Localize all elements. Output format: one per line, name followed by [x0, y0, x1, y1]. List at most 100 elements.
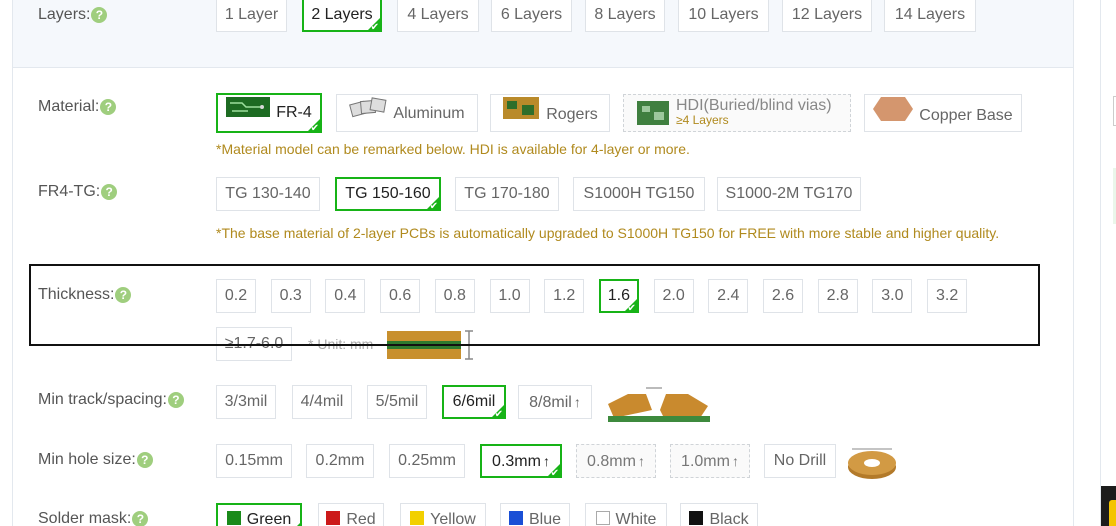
hole-option[interactable]: 1.0mm ↑ [670, 444, 750, 478]
thickness-option[interactable]: 0.3 [270, 279, 311, 313]
tg-option[interactable]: TG 170-180 [455, 177, 559, 211]
tg-option[interactable]: S1000H TG150 [573, 177, 705, 211]
option-label: 6/6mil [452, 393, 496, 410]
thickness-option[interactable]: 3.0 [872, 279, 913, 313]
material-label: Material:? [38, 98, 117, 116]
layers-label-text: Layers: [38, 6, 91, 23]
mask-option[interactable]: Yellow [400, 503, 486, 526]
arrow-up-icon: ↑ [637, 453, 645, 469]
layer-option[interactable]: 12 Layers [782, 0, 872, 32]
option-label: White [615, 511, 657, 526]
material-option-copper[interactable]: Copper Base [864, 94, 1022, 132]
hole-label: Min hole size:? [38, 451, 153, 469]
track-option[interactable]: 8/8mil ↑ [518, 385, 592, 419]
fr4tg-note: *The base material of 2-layer PCBs is au… [216, 225, 1000, 241]
hole-option[interactable]: 0.25mm [389, 444, 465, 478]
help-icon[interactable]: ? [132, 510, 149, 526]
hole-option[interactable]: 0.15mm [216, 444, 292, 478]
pcb-order-form: Layers:? Material:? FR-4 ✔ Aluminum Roge… [0, 0, 1116, 526]
mask-option[interactable]: Black [680, 503, 758, 526]
option-label: Red [346, 511, 376, 526]
option-label: Yellow [430, 511, 476, 526]
thickness-option[interactable]: 2.8 [817, 279, 858, 313]
right-panel-yellow-tab[interactable] [1109, 500, 1116, 526]
track-option[interactable]: 4/4mil [292, 385, 352, 419]
copper-base-icon [873, 95, 914, 137]
option-label: 10 Layers [688, 6, 759, 23]
arrow-up-icon: ↑ [731, 453, 739, 469]
option-label: TG 150-160 [345, 185, 431, 202]
thickness-option[interactable]: 0.2 [216, 279, 256, 313]
material-option-hdi[interactable]: HDI(Buried/blind vias) ≥4 Layers [623, 94, 851, 132]
option-label: S1000-2M TG170 [725, 185, 853, 202]
thickness-option[interactable]: 1.2 [544, 279, 585, 313]
check-icon: ✔ [494, 409, 503, 420]
thickness-option[interactable]: 2.0 [653, 279, 694, 313]
tg-option[interactable]: TG 150-160 ✔ [335, 177, 441, 212]
hole-option[interactable]: 0.8mm ↑ [576, 444, 656, 478]
hole-option[interactable]: 0.2mm [306, 444, 374, 478]
option-label: 0.6 [388, 287, 412, 304]
rogers-board-icon [502, 95, 540, 135]
color-swatch-icon [595, 511, 610, 526]
option-label: 0.4 [334, 287, 357, 304]
option-label: 1.0mm [681, 453, 730, 470]
layer-option[interactable]: 14 Layers [884, 0, 976, 32]
option-label: Green [246, 511, 292, 526]
layer-option[interactable]: 4 Layers [397, 0, 479, 32]
thickness-option[interactable]: 1.0 [489, 279, 530, 313]
drill-hole-icon [846, 443, 898, 488]
layers-label: Layers:? [38, 6, 108, 24]
tg-option[interactable]: TG 130-140 [216, 177, 320, 211]
track-option[interactable]: 5/5mil [367, 385, 427, 419]
arrow-up-icon: ↑ [542, 453, 550, 469]
fr4-board-icon [226, 95, 271, 131]
option-label: 1.6 [607, 287, 631, 304]
option-label: 4 Layers [407, 6, 469, 23]
layer-option[interactable]: 1 Layer [216, 0, 287, 32]
help-icon[interactable]: ? [91, 6, 108, 23]
material-option-aluminum[interactable]: Aluminum [336, 94, 478, 132]
material-option-fr4[interactable]: FR-4 ✔ [216, 93, 322, 134]
track-option[interactable]: 6/6mil ✔ [442, 385, 506, 420]
option-label: 2.6 [771, 287, 795, 304]
help-icon[interactable]: ? [167, 391, 184, 408]
layer-option[interactable]: 6 Layers [491, 0, 572, 32]
help-icon[interactable]: ? [101, 183, 118, 200]
thickness-option[interactable]: 0.6 [380, 279, 421, 313]
material-option-rogers[interactable]: Rogers [490, 94, 610, 132]
layer-option[interactable]: 8 Layers [585, 0, 665, 32]
option-label: 0.15mm [225, 452, 283, 469]
option-label: 0.3mm [492, 453, 541, 470]
help-icon[interactable]: ? [136, 451, 153, 468]
thickness-option[interactable]: 0.4 [325, 279, 366, 313]
mask-option[interactable]: White [585, 503, 667, 526]
tg-option[interactable]: S1000-2M TG170 [717, 177, 861, 211]
layer-option[interactable]: 2 Layers ✔ [302, 0, 382, 33]
arrow-up-icon: ↑ [573, 394, 581, 410]
option-label: 0.25mm [398, 452, 456, 469]
layer-option[interactable]: 10 Layers [678, 0, 769, 32]
track-label: Min track/spacing:? [38, 391, 184, 409]
thickness-option[interactable]: 3.2 [927, 279, 968, 313]
option-label: 0.3 [279, 287, 302, 304]
hole-option[interactable]: 0.3mm ↑ ✔ [480, 444, 562, 479]
thickness-option[interactable]: 2.6 [763, 279, 803, 313]
hdi-board-icon [636, 100, 670, 130]
option-label: 12 Layers [791, 6, 863, 23]
thickness-option[interactable]: 0.8 [434, 279, 475, 313]
mask-option[interactable]: Green✔ [216, 503, 302, 526]
mask-option[interactable]: Blue [500, 503, 570, 526]
thickness-option[interactable]: 2.4 [708, 279, 749, 313]
color-swatch-icon [226, 511, 241, 526]
fr4tg-label-text: FR4-TG: [38, 183, 101, 200]
option-label: 1 Layer [224, 6, 279, 23]
material-note: *Material model can be remarked below. H… [216, 141, 690, 157]
track-option[interactable]: 3/3mil [216, 385, 276, 419]
mask-option[interactable]: Red [318, 503, 384, 526]
aluminum-board-icon [349, 95, 387, 133]
hole-option[interactable]: No Drill [764, 444, 836, 478]
help-icon[interactable]: ? [100, 98, 117, 115]
option-label: Black [709, 511, 749, 526]
thickness-option[interactable]: 1.6 ✔ [598, 279, 639, 314]
